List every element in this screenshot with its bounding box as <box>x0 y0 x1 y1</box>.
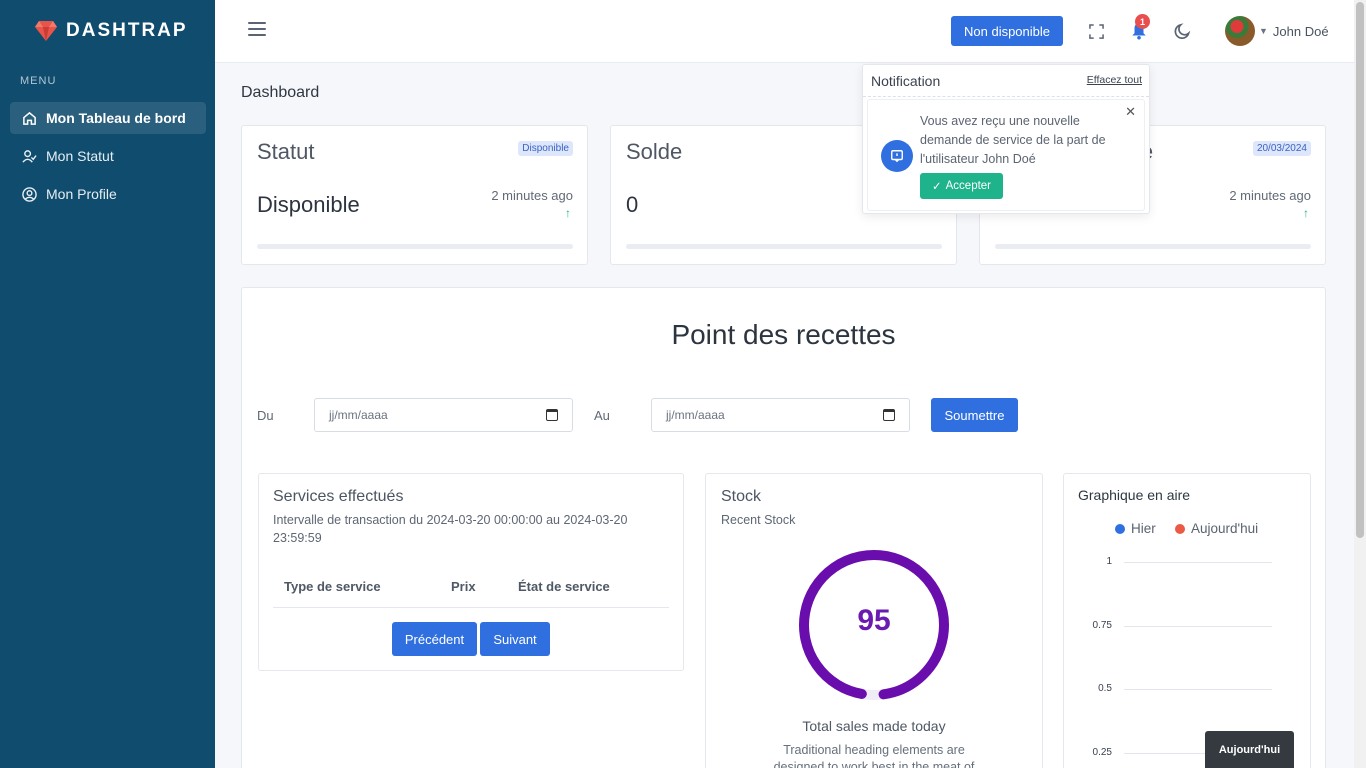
page-title: Dashboard <box>241 84 320 101</box>
gridline <box>1124 626 1272 627</box>
area-chart-card: Graphique en aire Hier Aujourd'hui 1 0.7… <box>1063 473 1311 768</box>
stock-card: Stock Recent Stock 95 Total sales made t… <box>705 473 1043 768</box>
gridline <box>1124 689 1272 690</box>
legend-dot <box>1175 523 1185 534</box>
legend-dot <box>1115 523 1125 534</box>
menu-title: MENU <box>20 75 57 87</box>
brand-name: DASHTRAP <box>66 20 188 41</box>
availability-button[interactable]: Non disponible <box>951 16 1064 46</box>
y-tick-label: 0.25 <box>1092 747 1112 758</box>
brand-logo[interactable]: DASHTRAP <box>0 0 215 62</box>
stat-title: Solde <box>626 139 683 164</box>
stat-value: Disponible <box>257 192 360 217</box>
scrollbar-thumb[interactable] <box>1356 2 1364 538</box>
previous-button[interactable]: Précédent <box>392 622 477 656</box>
card-title: Services effectués <box>273 488 404 505</box>
legend-label: Hier <box>1131 521 1156 536</box>
sidebar-item-label: Mon Statut <box>46 148 114 164</box>
progress-bar <box>626 244 942 249</box>
card-title: Graphique en aire <box>1078 487 1191 503</box>
gridline <box>1124 562 1272 563</box>
sidebar-item-label: Mon Tableau de bord <box>46 110 186 126</box>
moon-icon[interactable] <box>1173 21 1193 41</box>
recettes-panel: Point des recettes Du jj/mm/aaaa Au jj/m… <box>241 287 1326 768</box>
stock-gauge: 95 <box>798 549 950 701</box>
section-title: Point des recettes <box>671 319 896 350</box>
topbar: Non disponible 1 ▼ John Doé <box>215 0 1354 63</box>
sidebar-item-dashboard[interactable]: Mon Tableau de bord <box>10 102 206 134</box>
stat-time: 2 minutes ago <box>1229 188 1311 203</box>
stock-description: Traditional heading elements are designe… <box>773 743 975 768</box>
notification-dropdown: Notification Effacez tout Vous avez reçu… <box>862 64 1150 214</box>
avatar <box>1225 16 1255 46</box>
arrow-up-icon: ↑ <box>565 206 571 220</box>
to-label: Au <box>594 408 610 423</box>
subtitle-line: Intervalle de transaction du 2024-03-20 … <box>273 513 628 527</box>
calendar-icon[interactable] <box>883 409 895 421</box>
y-tick-label: 1 <box>1106 556 1112 567</box>
notification-title: Notification <box>871 73 941 89</box>
stat-title: Statut <box>257 139 315 164</box>
notification-badge: 1 <box>1135 14 1150 29</box>
sidebar-item-statut[interactable]: Mon Statut <box>10 140 206 172</box>
date-placeholder: jj/mm/aaaa <box>329 408 388 422</box>
date-from-input[interactable]: jj/mm/aaaa <box>314 398 573 432</box>
menu-toggle-icon[interactable] <box>248 22 266 38</box>
home-icon <box>21 110 37 126</box>
services-card: Services effectués Intervalle de transac… <box>258 473 684 671</box>
close-icon[interactable]: ✕ <box>1125 104 1136 120</box>
user-menu[interactable]: ▼ John Doé <box>1225 16 1329 46</box>
divider <box>273 607 669 608</box>
arrow-up-icon: ↑ <box>1303 206 1309 220</box>
subtitle-line: 23:59:59 <box>273 531 322 545</box>
legend-label: Aujourd'hui <box>1191 521 1259 536</box>
notification-item: Vous avez reçu une nouvelle demande de s… <box>867 99 1145 211</box>
legend-item-aujourdhui[interactable]: Aujourd'hui <box>1175 521 1258 536</box>
column-header: État de service <box>518 579 610 594</box>
stat-time: 2 minutes ago <box>491 188 573 203</box>
card-subtitle: Recent Stock <box>721 513 796 527</box>
stat-card-statut: Statut Disponible Disponible 2 minutes a… <box>241 125 588 265</box>
accept-label: Accepter <box>945 180 992 192</box>
y-tick-label: 0.75 <box>1092 620 1112 631</box>
next-button[interactable]: Suivant <box>480 622 550 656</box>
submit-button[interactable]: Soumettre <box>931 398 1018 432</box>
from-label: Du <box>257 408 274 423</box>
accept-button[interactable]: ✓ Accepter <box>920 173 1003 199</box>
chevron-down-icon: ▼ <box>1259 26 1268 36</box>
clear-all-link[interactable]: Effacez tout <box>1087 74 1142 86</box>
sidebar-item-profile[interactable]: Mon Profile <box>10 178 206 210</box>
chart-tooltip: Aujourd'hui <box>1205 731 1294 768</box>
gem-icon <box>35 21 57 41</box>
user-name: John Doé <box>1272 23 1329 39</box>
card-title: Stock <box>721 488 762 505</box>
stat-value: 0 <box>626 192 639 217</box>
column-header: Type de service <box>284 579 381 594</box>
user-circle-icon <box>21 186 37 202</box>
card-subtitle: Intervalle de transaction du 2024-03-20 … <box>273 511 627 547</box>
notification-message: Vous avez reçu une nouvelle demande de s… <box>920 114 1106 166</box>
divider <box>863 96 1149 97</box>
page-scrollbar[interactable] <box>1354 0 1366 768</box>
status-badge: Disponible <box>518 141 573 156</box>
column-header: Prix <box>451 579 476 594</box>
fullscreen-icon[interactable] <box>1086 21 1106 41</box>
progress-bar <box>995 244 1311 249</box>
date-placeholder: jj/mm/aaaa <box>666 408 725 422</box>
gauge-value: 95 <box>857 604 891 637</box>
calendar-icon[interactable] <box>546 409 558 421</box>
stock-caption: Total sales made today <box>802 718 946 734</box>
message-icon <box>881 140 913 172</box>
date-to-input[interactable]: jj/mm/aaaa <box>651 398 910 432</box>
date-badge: 20/03/2024 <box>1252 141 1311 156</box>
progress-bar <box>257 244 573 249</box>
check-icon: ✓ <box>931 181 942 193</box>
sidebar-item-label: Mon Profile <box>46 186 117 202</box>
user-activity-icon <box>21 148 37 164</box>
legend-item-hier[interactable]: Hier <box>1115 521 1156 536</box>
y-tick-label: 0.5 <box>1098 683 1112 694</box>
sidebar: DASHTRAP MENU Mon Tableau de bord Mon St… <box>0 0 215 768</box>
